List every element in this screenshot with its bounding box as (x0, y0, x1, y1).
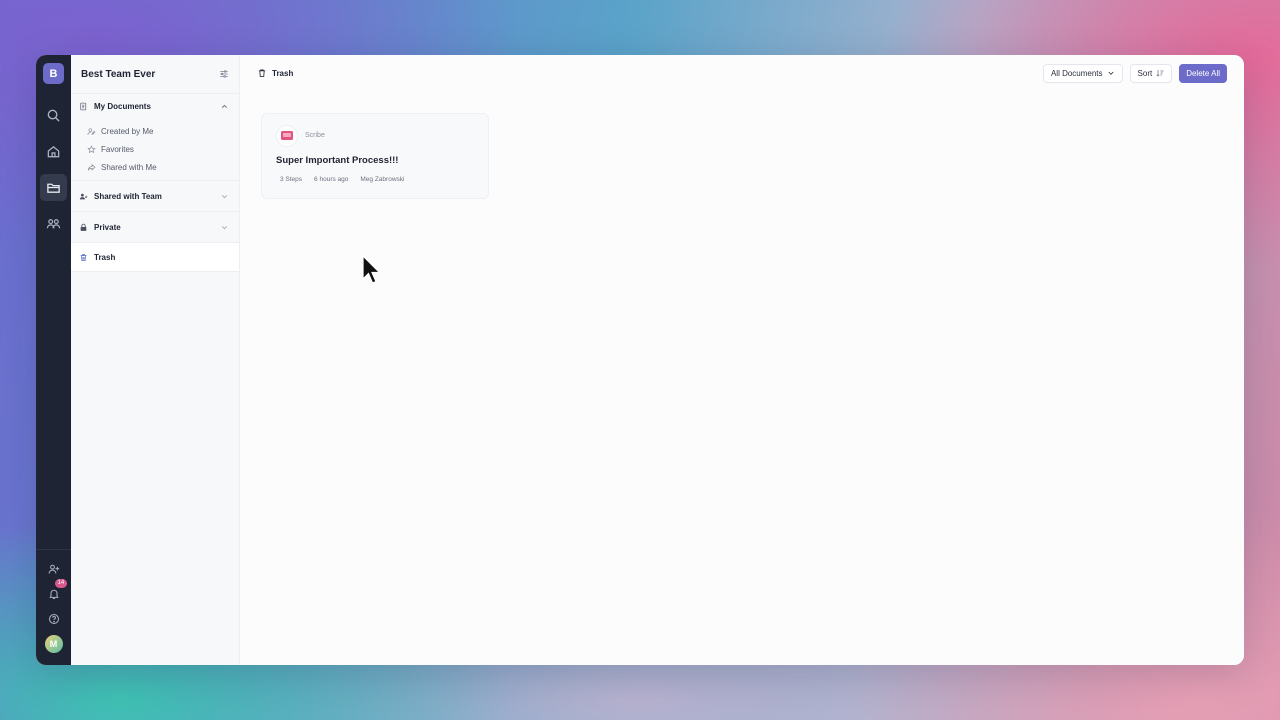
sidebar-item-favorites[interactable]: Favorites (71, 140, 239, 158)
scribe-logo-graphic (281, 131, 293, 140)
document-source: Scribe (305, 132, 325, 139)
team-icon (79, 193, 88, 199)
sidebar-section-my-documents[interactable]: My Documents (71, 93, 239, 119)
sidebar-section-label: Shared with Team (94, 191, 162, 201)
document-steps: 3 Steps (280, 176, 303, 183)
sidebar-item-shared-with-me[interactable]: Shared with Me (71, 158, 239, 176)
user-avatar[interactable]: M (44, 635, 63, 653)
search-button[interactable] (40, 102, 67, 129)
chevron-down-icon (1107, 71, 1114, 75)
sidebar-section-private[interactable]: Private (71, 211, 239, 242)
sidebar-section-trash[interactable]: Trash (71, 242, 239, 272)
topbar: Trash All Documents Sort Delete All (240, 55, 1244, 91)
sidebar-section-shared-with-team[interactable]: Shared with Team (71, 180, 239, 211)
chevron-up-icon (221, 104, 228, 108)
scribe-logo-icon (276, 125, 298, 147)
toolbar: All Documents Sort Delete All (1042, 63, 1227, 83)
search-icon (47, 109, 60, 122)
notifications-button[interactable]: 14 (44, 579, 68, 602)
delete-all-button[interactable]: Delete All (1179, 63, 1227, 83)
sidebar-section-label: Private (94, 222, 121, 232)
invite-user-button[interactable] (44, 560, 64, 577)
sliders-icon[interactable] (219, 69, 229, 79)
star-icon (87, 144, 96, 153)
sidebar-item-label: Created by Me (101, 126, 154, 136)
sort-label: Sort (1137, 68, 1153, 78)
filter-label: All Documents (1050, 68, 1103, 78)
rail-bottom: 14 M (36, 549, 71, 653)
page-title: Trash (272, 68, 294, 78)
sort-icon (1156, 70, 1164, 77)
document-author: Meg Zabrowski (360, 176, 405, 183)
documents-icon (80, 102, 87, 111)
team-icon (46, 219, 61, 229)
help-button[interactable] (44, 610, 64, 627)
sidebar: Best Team Ever My Documents Created by M… (71, 55, 240, 665)
share-icon (87, 163, 96, 171)
document-filter-dropdown[interactable]: All Documents (1042, 63, 1123, 83)
document-time: 6 hours ago (314, 176, 349, 183)
documents-button[interactable] (40, 174, 67, 201)
document-meta: 3 Steps 6 hours ago Meg Zabrowski (276, 175, 408, 184)
help-icon (48, 613, 59, 624)
sidebar-section-label: My Documents (94, 102, 151, 111)
home-button[interactable] (40, 138, 67, 165)
sidebar-item-label: Favorites (101, 144, 134, 154)
sidebar-section-label: Trash (94, 252, 116, 262)
lock-icon (80, 223, 87, 231)
my-documents-submenu: Created by Me Favorites Shared with Me (71, 119, 239, 180)
folder-icon (47, 183, 60, 193)
trash-icon (80, 253, 87, 261)
sidebar-item-created-by-me[interactable]: Created by Me (71, 122, 239, 140)
workspace-title: Best Team Ever (81, 68, 156, 80)
document-title: Super Important Process!!! (276, 155, 399, 166)
chevron-down-icon (221, 194, 228, 198)
team-button[interactable] (40, 210, 67, 237)
sidebar-item-label: Shared with Me (101, 162, 157, 172)
mouse-cursor-icon (362, 255, 381, 284)
app-window: B 14 M Best Team Ever My Documents Creat… (36, 55, 1244, 665)
home-icon (47, 145, 60, 158)
breadcrumb: Trash (257, 68, 293, 78)
main-content: Trash All Documents Sort Delete All Scri… (240, 55, 1244, 665)
sidebar-header: Best Team Ever (71, 55, 239, 93)
document-card[interactable]: Scribe Super Important Process!!! 3 Step… (261, 113, 489, 199)
bell-icon (48, 589, 59, 599)
icon-rail: B 14 M (36, 55, 71, 665)
notification-count-badge: 14 (54, 579, 68, 588)
sort-button[interactable]: Sort (1129, 63, 1173, 83)
user-edit-icon (87, 127, 96, 135)
add-user-icon (48, 564, 59, 574)
workspace-badge[interactable]: B (43, 63, 64, 84)
chevron-down-icon (221, 225, 228, 229)
trash-icon (258, 69, 266, 77)
